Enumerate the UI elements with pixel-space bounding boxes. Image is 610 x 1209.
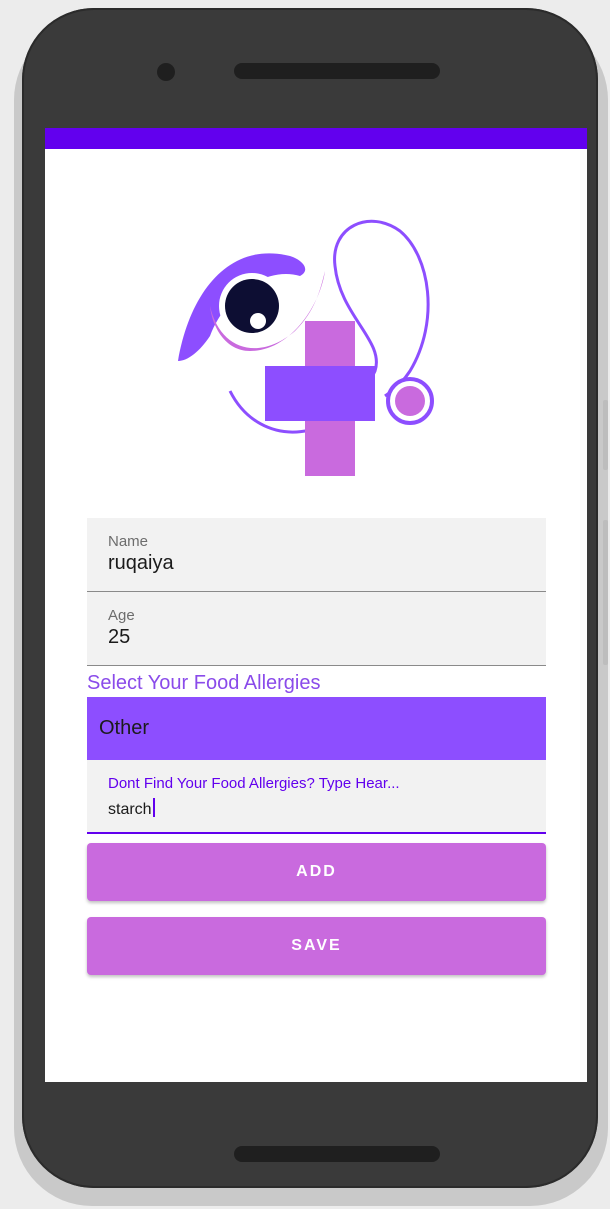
age-input-value[interactable]: 25	[108, 626, 130, 649]
other-allergy-field[interactable]: Dont Find Your Food Allergies? Type Hear…	[87, 760, 546, 834]
text-cursor	[152, 798, 155, 817]
other-allergy-input-value[interactable]: starch	[108, 798, 155, 819]
camera-icon	[157, 63, 175, 81]
name-input-value[interactable]: ruqaiya	[108, 552, 174, 575]
bottom-speaker-grille	[234, 1146, 440, 1162]
save-button[interactable]: SAVE	[87, 917, 546, 975]
age-field[interactable]: Age 25	[87, 592, 546, 666]
status-bar	[45, 128, 587, 149]
age-label: Age	[108, 607, 135, 624]
power-button	[603, 400, 608, 470]
allergy-selected-value: Other	[99, 717, 150, 739]
allergy-spinner[interactable]: Other	[87, 697, 546, 760]
volume-button	[603, 520, 608, 665]
device-stage: Name ruqaiya Age 25 Select Your Food All…	[0, 0, 610, 1209]
other-allergy-label: Dont Find Your Food Allergies? Type Hear…	[108, 775, 400, 792]
allergy-heading: Select Your Food Allergies	[87, 672, 321, 694]
name-label: Name	[108, 533, 149, 550]
add-button[interactable]: ADD	[87, 843, 546, 901]
app-logo-icon	[178, 219, 434, 476]
speaker-grille	[234, 63, 440, 79]
app-screen: Name ruqaiya Age 25 Select Your Food All…	[45, 128, 587, 1082]
name-field[interactable]: Name ruqaiya	[87, 518, 546, 592]
other-allergy-text: starch	[108, 801, 152, 818]
